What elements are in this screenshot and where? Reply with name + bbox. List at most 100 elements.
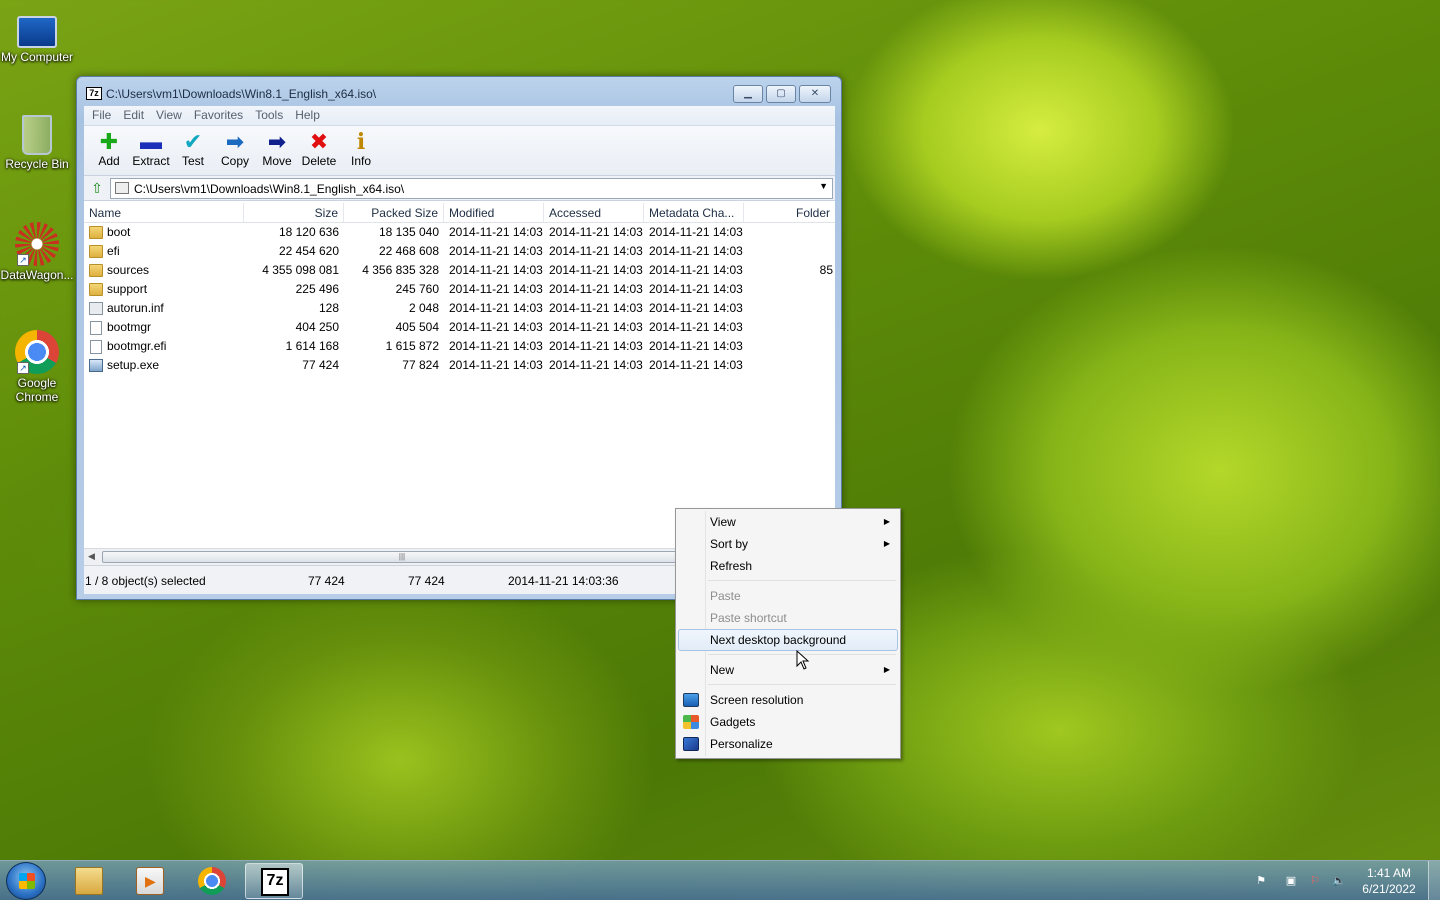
menu-view[interactable]: View [150,106,188,125]
extract-button[interactable]: ▬ Extract [130,126,172,175]
table-row[interactable]: sources 4 355 098 081 4 356 835 328 2014-11… [84,261,835,280]
cell-packed-size: 1 615 872 [385,339,439,353]
info-button[interactable]: i Info [340,126,382,175]
context-menu-item-gadgets[interactable]: Gadgets [678,711,898,733]
cell-name: sources [84,261,244,280]
cell-size: 1 614 168 [285,339,339,353]
cell-modified: 2014-11-21 14:03 [449,225,543,239]
table-row[interactable]: boot 18 120 636 18 135 040 2014-11-21 14:03… [84,223,835,242]
desktop-icon-my-computer[interactable]: My Computer [0,8,74,64]
cell-folder [744,223,835,242]
column-name[interactable]: Name [84,203,244,222]
minimize-button[interactable]: ▁ [733,85,763,103]
address-field[interactable]: C:\Users\vm1\Downloads\Win8.1_English_x6… [110,177,833,199]
menu-favorites[interactable]: Favorites [188,106,249,125]
context-menu-item-personalize[interactable]: Personalize [678,733,898,755]
context-menu-item-view[interactable]: View ▶ [678,511,898,533]
taskbar-7zip[interactable]: 7z [245,863,303,899]
close-button[interactable]: ✕ [799,85,831,103]
media-player-icon [136,867,164,895]
menu-item-label: New [710,663,735,677]
context-menu-item-refresh[interactable]: Refresh [678,555,898,577]
column-size[interactable]: Size [244,203,344,222]
column-folder[interactable]: Folder [744,203,835,222]
context-menu-item-paste-shortcut: Paste shortcut [678,607,898,629]
info-label: Info [350,154,371,168]
status-packed: 77 424 [408,574,445,588]
table-row[interactable]: setup.exe 77 424 77 824 2014-11-21 14:03 201… [84,356,835,375]
table-row[interactable]: bootmgr.efi 1 614 168 1 615 872 2014-11-21 … [84,337,835,356]
cell-modified: 2014-11-21 14:03 [449,339,543,353]
taskbar-media-player[interactable] [121,863,179,899]
context-menu-item-sort-by[interactable]: Sort by ▶ [678,533,898,555]
clock-date: 6/21/2022 [1362,882,1416,896]
volume-icon[interactable]: 🔈 [1332,874,1346,888]
cell-folder [744,242,835,261]
column-modified[interactable]: Modified [444,203,544,222]
column-packed-size[interactable]: Packed Size [344,203,444,222]
desktop-icon-datawagon[interactable]: ↗ DataWagon... [0,222,74,282]
table-row[interactable]: bootmgr 404 250 405 504 2014-11-21 14:03 201… [84,318,835,337]
show-desktop-button[interactable] [1428,861,1440,900]
scrollbar-thumb[interactable]: ||| [102,551,702,563]
scroll-left-icon[interactable]: ◀ [88,551,95,562]
desktop-icon-label: DataWagon... [0,268,74,282]
up-folder-button[interactable]: ⇧ [84,177,110,199]
cell-packed-size: 2 048 [408,301,439,315]
test-button[interactable]: ✔ Test [172,126,214,175]
file-name: sources [107,263,150,277]
start-button[interactable] [6,862,46,900]
menu-item-label: Sort by [710,537,749,551]
move-button[interactable]: ➡ Move [256,126,298,175]
cell-name: autorun.inf [84,299,244,318]
cell-folder [744,318,835,337]
7zip-app-icon[interactable]: 7z [86,87,102,100]
context-menu-item-screen-resolution[interactable]: Screen resolution [678,689,898,711]
column-accessed[interactable]: Accessed [544,203,644,222]
network-icon[interactable]: ▣ [1284,874,1298,888]
desktop-icon-recycle-bin[interactable]: Recycle Bin [0,115,74,171]
add-button[interactable]: ✚ Add [88,126,130,175]
menu-edit[interactable]: Edit [117,106,150,125]
table-row[interactable]: autorun.inf 128 2 048 2014-11-21 14:03 2014-… [84,299,835,318]
column-header: Name Size Packed Size Modified Accessed … [84,203,835,223]
action-center-icon[interactable]: ⚐ [1308,874,1322,888]
copy-button[interactable]: ➡ Copy [214,126,256,175]
7zip-icon: 7z [261,868,289,896]
context-menu-item-next-desktop-background[interactable]: Next desktop background [678,629,898,651]
delete-button[interactable]: ✖ Delete [298,126,340,175]
delete-label: Delete [301,154,337,168]
maximize-button[interactable]: ▢ [766,85,796,103]
cell-metadata-changed: 2014-11-21 14:03 [649,339,743,353]
menu-file[interactable]: File [86,106,117,125]
extract-label: Extract [132,154,170,168]
status-selection: 1 / 8 object(s) selected [85,574,206,588]
cell-size: 225 496 [295,282,339,296]
taskbar-explorer[interactable] [60,863,118,899]
window-title: C:\Users\vm1\Downloads\Win8.1_English_x6… [106,87,377,101]
extract-icon: ▬ [140,129,162,154]
datawagon-icon: ↗ [15,222,59,266]
clock[interactable]: 1:41 AM 6/21/2022 [1356,865,1422,897]
table-row[interactable]: efi 22 454 620 22 468 608 2014-11-21 14:03 2… [84,242,835,261]
move-icon: ➡ [267,129,287,154]
cell-accessed: 2014-11-21 14:03 [549,320,643,334]
menu-help[interactable]: Help [289,106,326,125]
cell-name: support [84,280,244,299]
cell-metadata-changed: 2014-11-21 14:03 [649,301,743,315]
tray-notification-icon[interactable]: ⚑ [1254,874,1268,888]
table-row[interactable]: support 225 496 245 760 2014-11-21 14:03 201… [84,280,835,299]
submenu-arrow-icon: ▶ [883,539,890,548]
title-bar[interactable]: 7z C:\Users\vm1\Downloads\Win8.1_English… [77,77,841,109]
cell-name: bootmgr [84,318,244,337]
desktop-icon-label: My Computer [0,50,74,64]
shortcut-arrow-icon: ↗ [17,362,29,374]
menu-tools[interactable]: Tools [249,106,289,125]
taskbar-chrome[interactable] [183,863,241,899]
cell-size: 18 120 636 [278,225,339,239]
cell-name: setup.exe [84,356,244,375]
desktop-icon-google-chrome[interactable]: ↗ Google Chrome [0,330,74,404]
chevron-down-icon[interactable]: ▼ [819,181,828,191]
column-metadata-changed[interactable]: Metadata Cha... [644,203,744,222]
context-menu-item-new[interactable]: New ▶ [678,659,898,681]
